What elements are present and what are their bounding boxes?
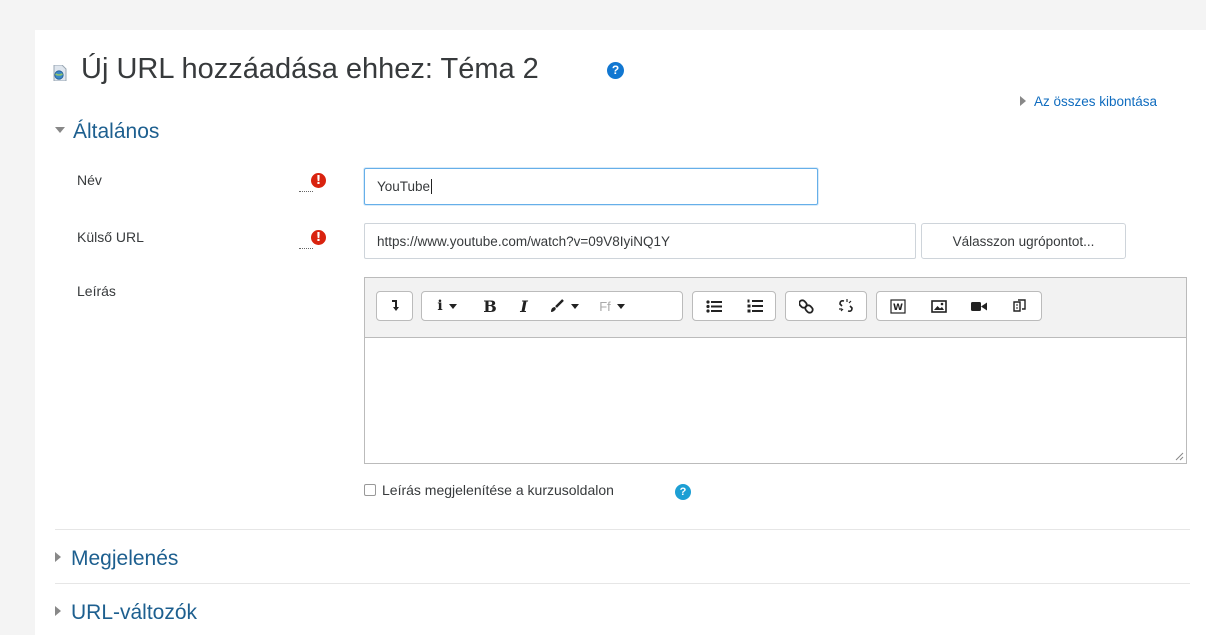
- required-dots: [299, 248, 313, 249]
- word-import-button[interactable]: W: [877, 292, 918, 320]
- section-general-title: Általános: [73, 120, 160, 143]
- unlink-button[interactable]: [826, 292, 866, 320]
- resize-grip-icon[interactable]: [1175, 452, 1184, 461]
- expand-icon: [55, 552, 61, 562]
- italic-button[interactable]: I: [508, 292, 540, 320]
- show-description-checkbox[interactable]: [364, 484, 376, 496]
- image-button[interactable]: [918, 292, 959, 320]
- toolbar-group-style: i B I Ff: [421, 291, 683, 321]
- page-content: Új URL hozzáadása ehhez: Téma 2 ? Az öss…: [35, 30, 1206, 635]
- bullet-list-icon: [705, 299, 722, 313]
- show-description-label[interactable]: Leírás megjelenítése a kurzusoldalon: [382, 482, 614, 498]
- section-divider: [55, 529, 1190, 530]
- toolbar-toggle-button[interactable]: [377, 292, 412, 320]
- video-icon: [971, 301, 987, 311]
- text-color-icon: [551, 299, 564, 312]
- help-icon[interactable]: ?: [675, 484, 691, 500]
- section-divider: [55, 583, 1190, 584]
- toolbar-group-toggle: [376, 291, 413, 321]
- required-dots: [299, 191, 313, 192]
- section-url-variables-title: URL-változók: [71, 601, 198, 624]
- manage-files-icon: [1012, 298, 1026, 312]
- bullet-list-button[interactable]: [693, 292, 734, 320]
- section-appearance-toggle[interactable]: Megjelenés: [55, 547, 178, 571]
- help-icon[interactable]: ?: [607, 62, 624, 79]
- external-url-value: https://www.youtube.com/watch?v=09V8IyiN…: [377, 233, 671, 249]
- text-color-button[interactable]: [540, 292, 588, 320]
- bold-button[interactable]: B: [472, 292, 508, 320]
- font-icon: Ff: [599, 298, 611, 314]
- manage-files-button[interactable]: [999, 292, 1039, 320]
- chevron-down-icon: [571, 303, 579, 309]
- required-icon: !: [311, 173, 326, 188]
- word-import-icon: W: [889, 298, 906, 314]
- font-button[interactable]: Ff: [588, 292, 636, 320]
- external-url-input[interactable]: https://www.youtube.com/watch?v=09V8IyiN…: [364, 223, 916, 259]
- name-label: Név: [77, 172, 102, 188]
- description-label: Leírás: [77, 283, 116, 299]
- text-caret: [431, 179, 433, 194]
- required-icon: !: [311, 230, 326, 245]
- external-url-label: Külső URL: [77, 229, 144, 245]
- paragraph-style-button[interactable]: i: [422, 292, 472, 320]
- url-resource-icon: [53, 65, 67, 81]
- unlink-icon: [839, 299, 853, 312]
- expand-all-label: Az összes kibontása: [1034, 94, 1158, 109]
- italic-icon: I: [520, 296, 528, 316]
- numbered-list-button[interactable]: [734, 292, 775, 320]
- section-general-toggle[interactable]: Általános: [55, 120, 159, 144]
- toolbar-group-lists: [692, 291, 776, 321]
- page-title: Új URL hozzáadása ehhez: Téma 2: [81, 53, 539, 85]
- name-input[interactable]: YouTube: [364, 168, 818, 205]
- name-input-value: YouTube: [377, 179, 431, 194]
- toolbar-group-links: [785, 291, 867, 321]
- expand-all-link[interactable]: Az összes kibontása: [1020, 94, 1157, 109]
- paragraph-style-icon: i: [437, 298, 443, 314]
- toolbar-toggle-icon: [391, 300, 399, 311]
- expand-icon: [1020, 96, 1026, 106]
- link-button[interactable]: [786, 292, 826, 320]
- chevron-down-icon: [448, 303, 457, 309]
- expand-icon: [55, 606, 61, 616]
- svg-text:W: W: [893, 303, 903, 313]
- numbered-list-icon: [747, 299, 763, 313]
- toolbar-group-media: W: [876, 291, 1042, 321]
- image-icon: [930, 299, 947, 313]
- video-button[interactable]: [959, 292, 999, 320]
- editor-toolbar: i B I Ff W: [364, 277, 1187, 337]
- link-icon: [798, 298, 814, 314]
- bold-icon: B: [483, 296, 497, 316]
- chevron-down-icon: [616, 303, 625, 309]
- choose-link-button[interactable]: Válasszon ugrópontot...: [921, 223, 1126, 259]
- collapse-icon: [55, 127, 65, 133]
- section-url-variables-toggle[interactable]: URL-változók: [55, 601, 197, 625]
- description-editor[interactable]: [364, 337, 1187, 464]
- section-appearance-title: Megjelenés: [71, 547, 179, 570]
